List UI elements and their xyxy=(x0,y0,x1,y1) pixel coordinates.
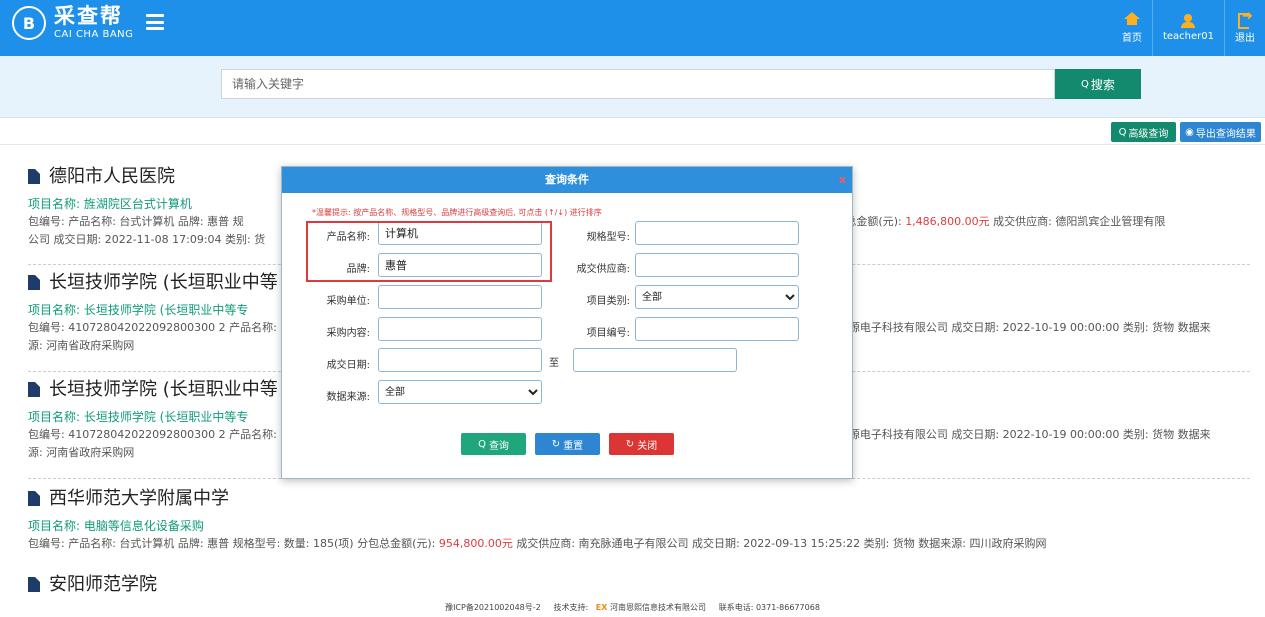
nav-home[interactable]: 首页 xyxy=(1112,0,1152,56)
product-name-label: 产品名称: xyxy=(326,232,370,243)
nav-home-label: 首页 xyxy=(1121,33,1142,44)
buyer-field[interactable] xyxy=(378,285,542,309)
company-logo-icon: EX xyxy=(595,603,608,612)
support-company: 河南恩熙信息技术有限公司 xyxy=(609,603,706,612)
list-item: 安阳师范学院 xyxy=(28,572,1250,598)
contact-phone: 联系电话: 0371-86677068 xyxy=(718,603,820,612)
search-icon: Q xyxy=(478,438,486,450)
icp-number[interactable]: 豫ICP备2021002048号-2 xyxy=(445,603,541,612)
query-conditions-dialog: 查询条件 x *温馨提示: 按产品名称、规格型号、品牌进行高级查询后, 可点击 … xyxy=(281,166,853,479)
close-button[interactable]: ↻ 关闭 xyxy=(609,433,674,455)
search-icon: Q xyxy=(1081,78,1089,90)
export-results-label: 导出查询结果 xyxy=(1195,128,1256,140)
user-icon xyxy=(1180,14,1196,28)
amount: 1,486,800.00元 xyxy=(905,215,990,228)
search-button[interactable]: Q 搜索 xyxy=(1055,69,1141,99)
eye-icon: ◉ xyxy=(1185,126,1194,138)
refresh-icon: ↻ xyxy=(625,438,635,450)
source-label: 数据来源: xyxy=(326,392,370,403)
buyer-label: 采购单位: xyxy=(326,296,370,307)
category-label: 项目类别: xyxy=(586,296,630,307)
project-no-field[interactable] xyxy=(635,317,799,341)
top-header: B 采查帮 CAI CHA BANG 首页 teacher01 退出 xyxy=(0,0,1265,56)
logout-icon xyxy=(1237,9,1253,29)
project-no-label: 项目编号: xyxy=(586,328,630,339)
search-input[interactable] xyxy=(221,69,1055,99)
query-button[interactable]: Q 查询 xyxy=(461,433,526,455)
footer: 豫ICP备2021002048号-2 技术支持: EX 河南恩熙信息技术有限公司… xyxy=(0,598,1265,617)
logo[interactable]: B 采查帮 CAI CHA BANG xyxy=(12,6,133,40)
category-select[interactable]: 全部 xyxy=(635,285,799,309)
support-label: 技术支持: xyxy=(553,603,589,612)
date-from-field[interactable] xyxy=(378,348,542,372)
document-icon xyxy=(28,577,40,592)
logo-title: 采查帮 xyxy=(54,4,123,28)
source-select[interactable]: 全部 xyxy=(378,380,542,404)
sort-tip: *温馨提示: 按产品名称、规格型号、品牌进行高级查询后, 可点击 (↑/↓) 进… xyxy=(312,208,602,217)
logo-subtitle: CAI CHA BANG xyxy=(54,29,134,40)
search-button-label: 搜索 xyxy=(1090,77,1115,92)
reset-button-label: 重置 xyxy=(563,440,584,452)
result-title[interactable]: 安阳师范学院 xyxy=(28,572,1250,598)
dialog-header: 查询条件 x xyxy=(282,167,852,193)
refresh-icon: ↻ xyxy=(551,438,561,450)
brand-field[interactable] xyxy=(378,253,542,277)
supplier-label: 成交供应商: xyxy=(576,264,630,275)
close-button-label: 关闭 xyxy=(637,440,658,452)
date-label: 成交日期: xyxy=(326,360,370,371)
nav-user[interactable]: teacher01 xyxy=(1151,0,1224,56)
reset-button[interactable]: ↻ 重置 xyxy=(535,433,600,455)
document-icon xyxy=(28,382,40,397)
advanced-query-label: 高级查询 xyxy=(1128,128,1169,140)
home-icon xyxy=(1123,12,1140,25)
close-icon[interactable]: x xyxy=(839,167,846,193)
content-field[interactable] xyxy=(378,317,542,341)
result-detail: 包编号: 产品名称: 台式计算机 品牌: 惠普 规格型号: 数量: 185(项)… xyxy=(28,537,1047,550)
dialog-title: 查询条件 xyxy=(545,173,589,186)
document-icon xyxy=(28,275,40,290)
brand-label: 品牌: xyxy=(346,264,370,275)
amount: 954,800.00元 xyxy=(438,537,513,550)
nav-logout[interactable]: 退出 xyxy=(1224,0,1265,56)
query-button-label: 查询 xyxy=(488,440,509,452)
hamburger-menu-icon[interactable] xyxy=(146,14,164,30)
spec-field[interactable] xyxy=(635,221,799,245)
advanced-query-button[interactable]: Q 高级查询 xyxy=(1111,122,1176,142)
product-name-field[interactable] xyxy=(378,221,542,245)
nav-user-label: teacher01 xyxy=(1162,31,1214,42)
date-to-field[interactable] xyxy=(573,348,737,372)
search-icon: Q xyxy=(1118,126,1127,138)
logo-mark: B xyxy=(12,6,46,40)
list-item: 西华师范大学附属中学 项目名称: 电脑等信息化设备采购 包编号: 产品名称: 台… xyxy=(28,486,1250,566)
document-icon xyxy=(28,169,40,184)
export-results-button[interactable]: ◉ 导出查询结果 xyxy=(1180,122,1261,142)
project-name[interactable]: 项目名称: 电脑等信息化设备采购 xyxy=(28,518,1250,534)
spec-label: 规格型号: xyxy=(586,232,630,243)
result-toolbar: Q 高级查询 ◉ 导出查询结果 xyxy=(0,118,1265,145)
nav-logout-label: 退出 xyxy=(1235,33,1255,44)
supplier-field[interactable] xyxy=(635,253,799,277)
document-icon xyxy=(28,491,40,506)
date-to-label: 至 xyxy=(549,358,559,369)
content-label: 采购内容: xyxy=(326,328,370,339)
result-title[interactable]: 西华师范大学附属中学 xyxy=(28,486,1250,512)
top-nav: 首页 teacher01 退出 xyxy=(1112,0,1265,56)
search-bar: Q 搜索 xyxy=(0,56,1265,118)
